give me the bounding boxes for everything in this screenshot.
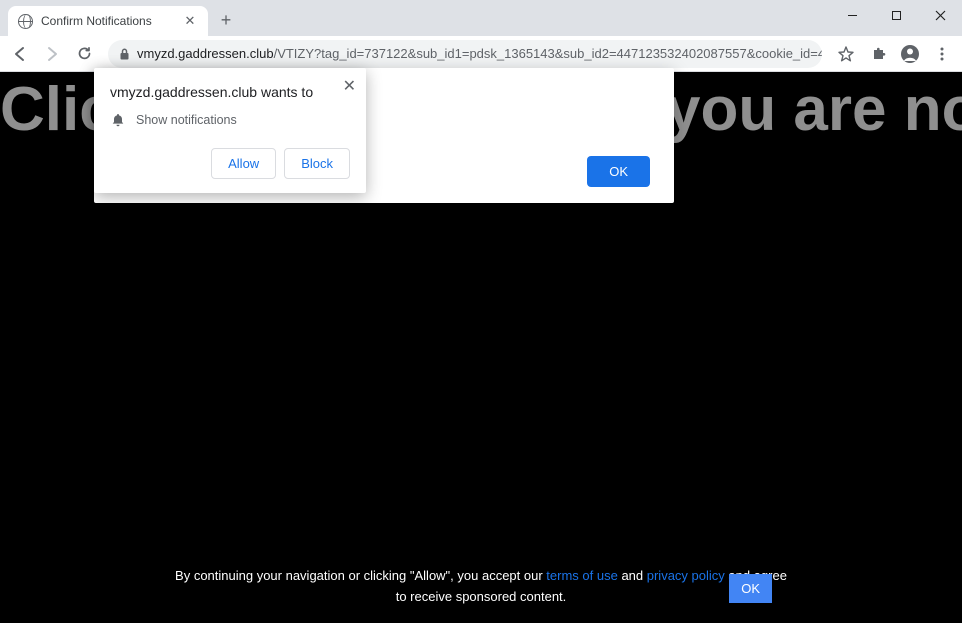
extensions-button[interactable] bbox=[864, 40, 892, 68]
permission-close-button[interactable]: ✕ bbox=[343, 76, 356, 96]
permission-title: vmyzd.gaddressen.club wants to bbox=[110, 84, 350, 100]
allow-button[interactable]: Allow bbox=[211, 148, 276, 179]
url-host: vmyzd.gaddressen.club bbox=[137, 46, 274, 61]
profile-button[interactable] bbox=[896, 40, 924, 68]
tab-title: Confirm Notifications bbox=[41, 14, 152, 28]
permission-row: Show notifications bbox=[110, 112, 350, 128]
title-bar: Confirm Notifications ✕ + bbox=[0, 0, 962, 36]
permission-dialog: ✕ vmyzd.gaddressen.club wants to Show no… bbox=[94, 68, 366, 193]
permission-label: Show notifications bbox=[136, 113, 237, 127]
menu-button[interactable] bbox=[928, 40, 956, 68]
bell-icon bbox=[110, 112, 126, 128]
arrow-right-icon bbox=[43, 45, 61, 63]
forward-button[interactable] bbox=[38, 40, 66, 68]
profile-icon bbox=[899, 43, 921, 65]
kebab-icon bbox=[934, 46, 950, 62]
reload-icon bbox=[76, 45, 93, 62]
terms-link[interactable]: terms of use bbox=[546, 568, 618, 583]
back-button[interactable] bbox=[6, 40, 34, 68]
star-icon bbox=[837, 45, 855, 63]
privacy-link[interactable]: privacy policy bbox=[647, 568, 725, 583]
globe-icon bbox=[18, 14, 33, 29]
window-controls bbox=[830, 0, 962, 30]
url-path: /VTIZY?tag_id=737122&sub_id1=pdsk_136514… bbox=[274, 46, 822, 61]
maximize-button[interactable] bbox=[874, 0, 918, 30]
address-bar[interactable]: vmyzd.gaddressen.club/VTIZY?tag_id=73712… bbox=[108, 40, 822, 68]
cookie-banner: By continuing your navigation or clickin… bbox=[0, 556, 962, 618]
browser-tab[interactable]: Confirm Notifications ✕ bbox=[8, 6, 208, 36]
browser-toolbar: vmyzd.gaddressen.club/VTIZY?tag_id=73712… bbox=[0, 36, 962, 72]
puzzle-icon bbox=[870, 45, 887, 62]
new-tab-button[interactable]: + bbox=[212, 6, 240, 34]
bookmark-button[interactable] bbox=[832, 40, 860, 68]
cookie-text-pre: By continuing your navigation or clickin… bbox=[175, 568, 546, 583]
minimize-button[interactable] bbox=[830, 0, 874, 30]
lock-icon bbox=[118, 47, 131, 61]
block-button[interactable]: Block bbox=[284, 148, 350, 179]
close-tab-button[interactable]: ✕ bbox=[182, 13, 198, 29]
arrow-left-icon bbox=[11, 45, 29, 63]
close-window-button[interactable] bbox=[918, 0, 962, 30]
minimize-icon bbox=[847, 10, 858, 21]
reload-button[interactable] bbox=[70, 40, 98, 68]
cookie-text-and: and bbox=[618, 568, 647, 583]
maximize-icon bbox=[891, 10, 902, 21]
cookie-ok-button[interactable]: OK bbox=[729, 574, 772, 603]
alert-ok-button[interactable]: OK bbox=[587, 156, 650, 187]
close-icon bbox=[935, 10, 946, 21]
